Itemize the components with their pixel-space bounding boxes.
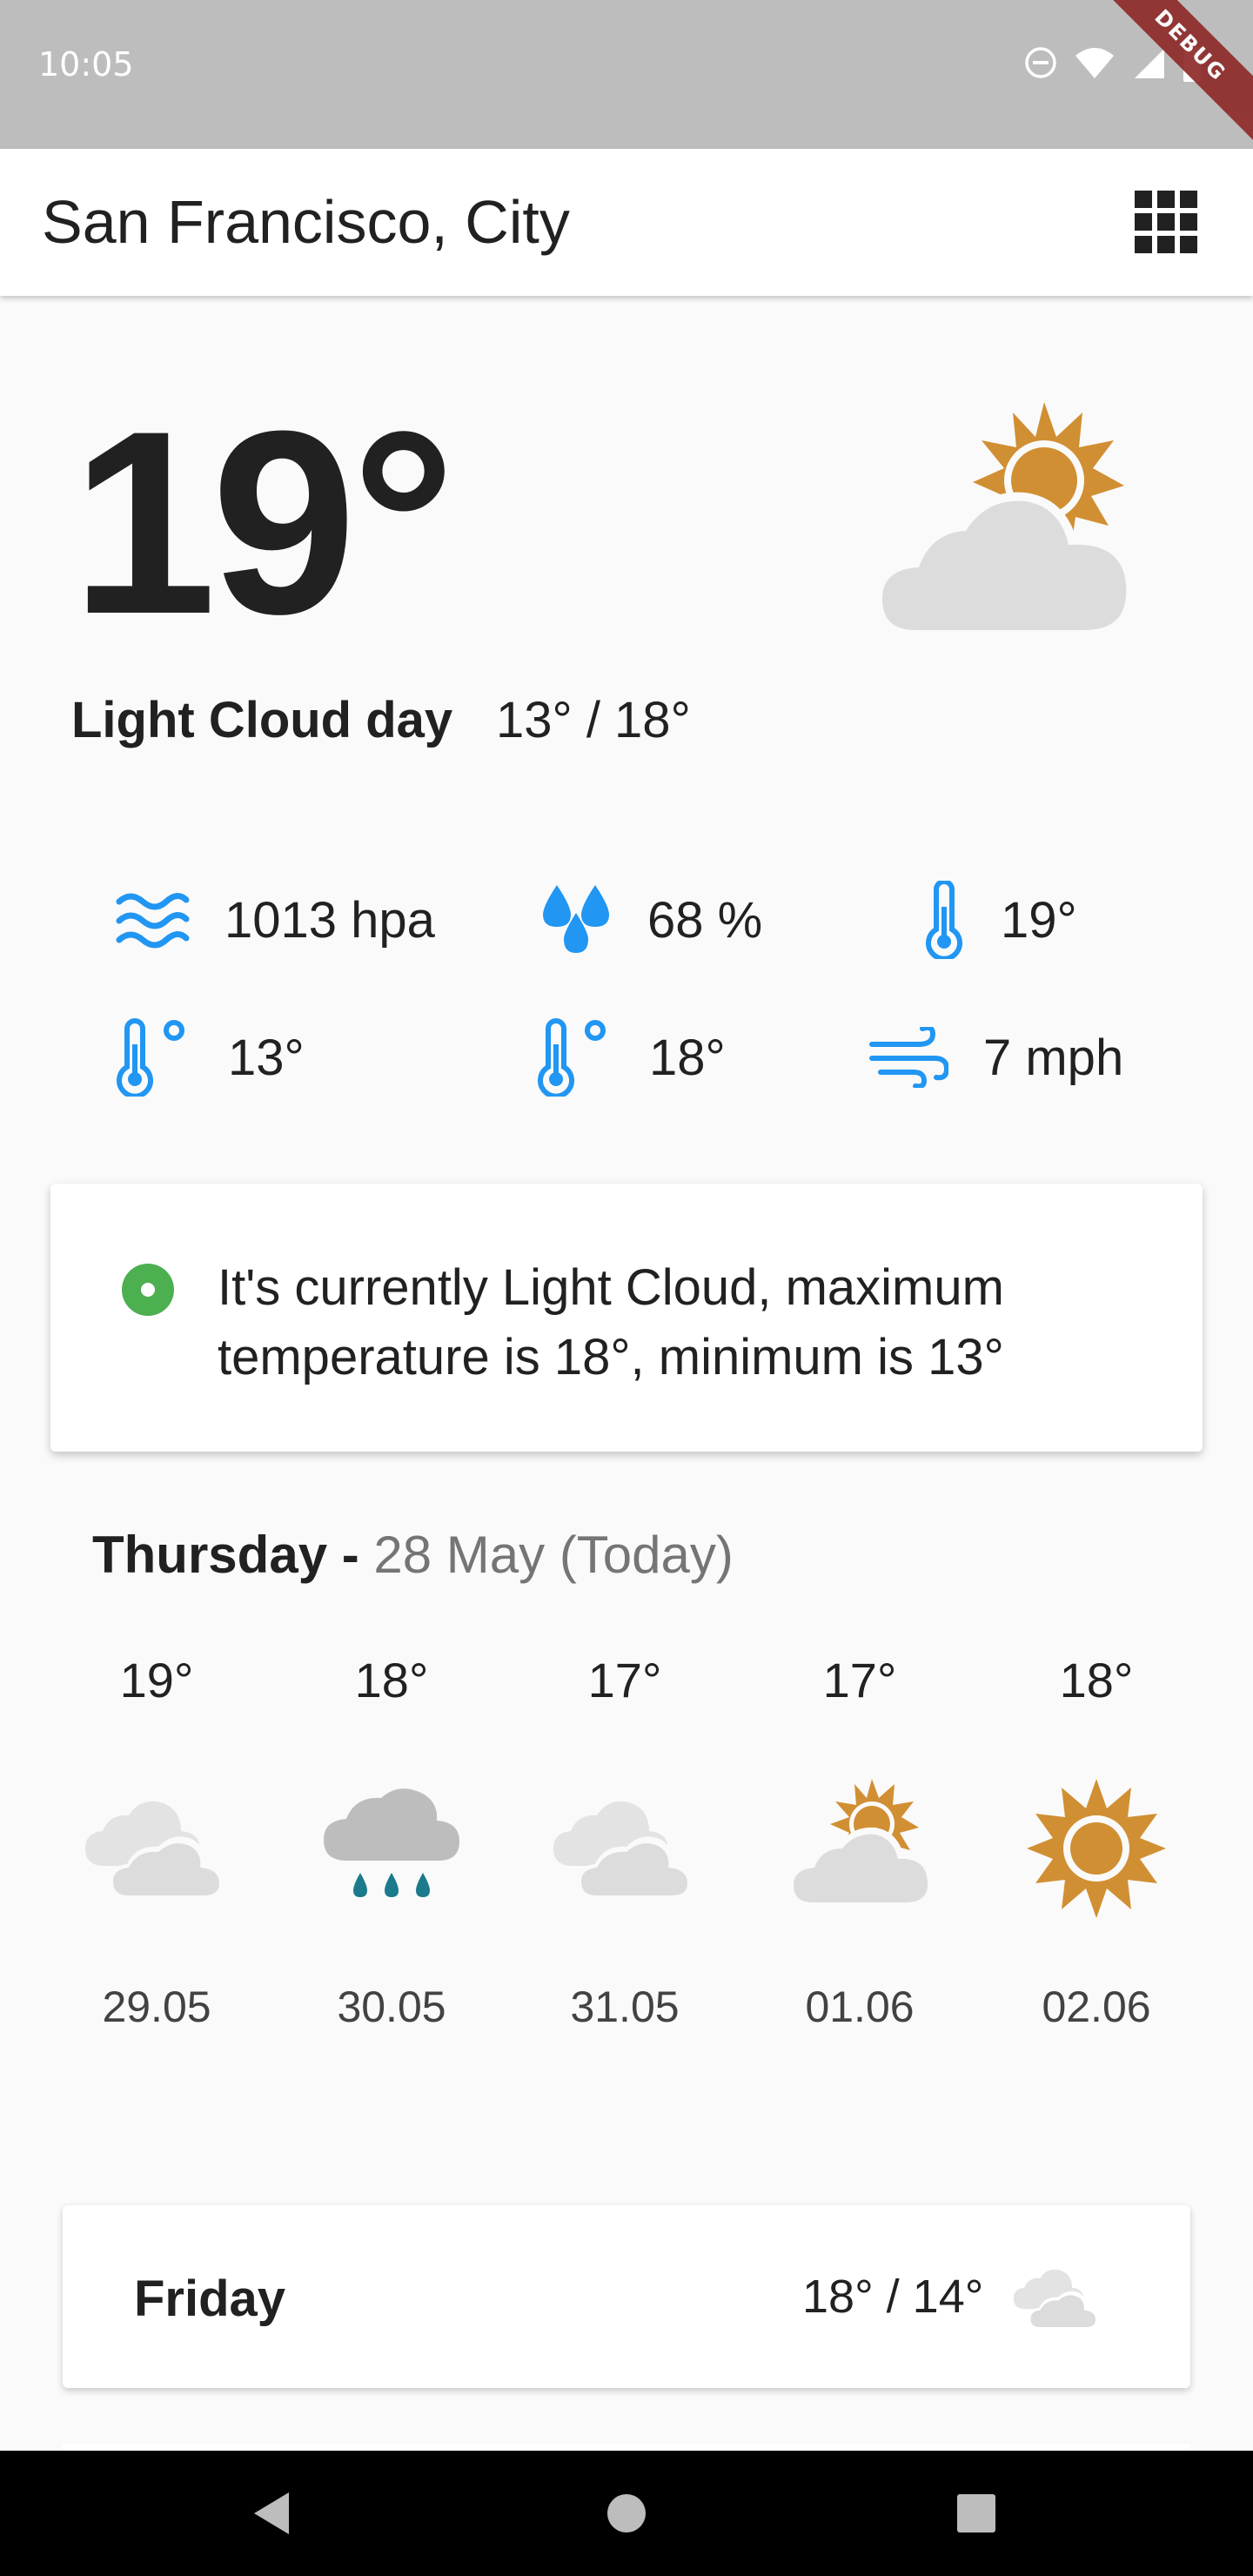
stat-value: 18° (649, 1029, 726, 1086)
today-date: 28 May (Today) (373, 1526, 734, 1584)
signal-icon (1135, 49, 1164, 78)
day-range: 18° / 14° (802, 2271, 984, 2323)
stat-value: 68 % (647, 891, 763, 949)
heavy-cloud-icon (1013, 2269, 1099, 2331)
forecast-item[interactable]: 17° 31.05 (520, 1652, 729, 2043)
grid-icon[interactable] (1133, 189, 1199, 255)
stat-wind: 7 mph (868, 1018, 1123, 1097)
home-icon[interactable] (599, 2485, 654, 2541)
forecast-date: 02.06 (1042, 1982, 1151, 2031)
weather-description: Light Cloud day (71, 692, 453, 748)
navigation-bar (0, 2451, 1253, 2576)
stat-value: 19° (1001, 891, 1077, 949)
temperature-range: 13° / 18° (496, 692, 691, 748)
forecast-date: 31.05 (570, 1982, 680, 2031)
status-bar: 10:05 DEBUG (0, 0, 1253, 154)
forecast-date: 29.05 (102, 1982, 211, 2031)
stat-value: 1013 hpa (224, 891, 435, 949)
stat-pressure: 1013 hpa (115, 881, 435, 959)
forecast-item[interactable]: 17° 01.06 (755, 1652, 964, 2043)
info-card: It's currently Light Cloud, maximum temp… (50, 1184, 1203, 1452)
wifi-icon (1075, 48, 1114, 78)
info-text: It's currently Light Cloud, maximum temp… (218, 1259, 1004, 1385)
radio-dot-icon (122, 1264, 174, 1316)
forecast-temp: 17° (587, 1653, 662, 1707)
pressure-icon (116, 893, 190, 949)
app-bar: San Francisco, City (0, 149, 1253, 296)
today-day: Thursday (92, 1526, 328, 1584)
next-card-edge (63, 2444, 1190, 2451)
heavy-cloud-icon (553, 1801, 693, 1901)
stat-min-temp: 13° (115, 1018, 305, 1097)
stat-humidity: 68 % (539, 881, 762, 959)
recents-icon[interactable] (948, 2485, 1004, 2541)
stat-value: 7 mph (983, 1029, 1124, 1086)
forecast-temp: 19° (119, 1653, 194, 1707)
heavy-cloud-icon (85, 1801, 224, 1901)
stat-feels-like: 19° (922, 881, 1077, 959)
forecast-date: 01.06 (805, 1982, 915, 2031)
do-not-disturb-icon (1025, 47, 1056, 78)
forecast-item[interactable]: 18° 30.05 (287, 1652, 496, 2043)
city-title: San Francisco, City (42, 188, 570, 256)
temp-min-icon (117, 1018, 184, 1097)
current-temperature: 19° (71, 376, 456, 668)
light-rain-icon (324, 1788, 459, 1897)
forecast-temp: 18° (354, 1653, 429, 1707)
day-name: Friday (134, 2271, 286, 2327)
day-card-friday[interactable]: Friday 18° / 14° (63, 2205, 1190, 2388)
stat-value: 13° (228, 1029, 305, 1086)
forecast-temp: 18° (1059, 1653, 1134, 1707)
status-time: 10:05 (38, 45, 134, 84)
back-icon[interactable] (245, 2485, 301, 2541)
forecast-item[interactable]: 19° 29.05 (52, 1652, 261, 2043)
temp-max-icon (538, 1018, 606, 1097)
partly-cloudy-sun-icon (875, 402, 1134, 637)
forecast-temp: 17° (822, 1653, 897, 1707)
forecast-item[interactable]: 18° 02.06 (992, 1652, 1201, 2043)
today-separator: - (327, 1526, 374, 1584)
clear-sun-icon (1027, 1779, 1166, 1918)
humidity-icon (543, 885, 609, 953)
today-header: Thursday - 28 May (Today) (92, 1525, 734, 1585)
thermometer-icon (926, 881, 962, 959)
forecast-date: 30.05 (337, 1982, 446, 2031)
light-cloud-icon (787, 1779, 934, 1908)
wind-icon (869, 1027, 948, 1088)
stat-max-temp: 18° (536, 1018, 726, 1097)
